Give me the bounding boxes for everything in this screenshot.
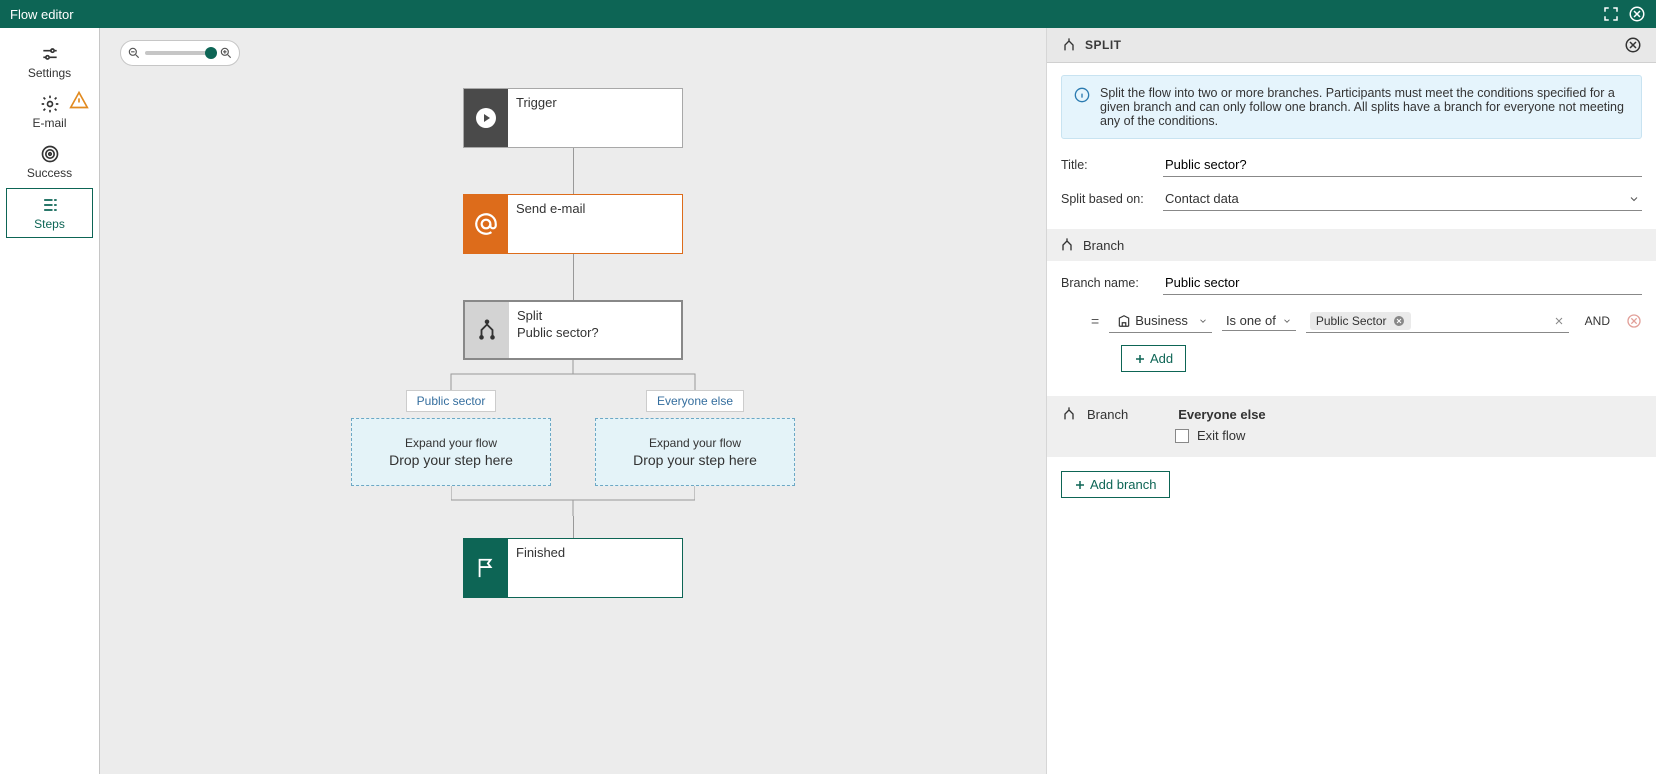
branch-public-sector: Public sector Expand your flow Drop your… [351, 390, 551, 486]
branch-everyone-else: Everyone else Expand your flow Drop your… [595, 390, 795, 486]
add-branch-button[interactable]: Add branch [1061, 471, 1170, 498]
warning-icon [69, 90, 89, 110]
branch-section-header: Branch [1047, 229, 1656, 261]
node-split[interactable]: Split Public sector? [463, 300, 683, 360]
branch-label[interactable]: Everyone else [646, 390, 744, 412]
window-title: Flow editor [10, 7, 74, 22]
chevron-down-icon [1198, 316, 1208, 326]
node-finished[interactable]: Finished [463, 538, 683, 598]
sidebar-item-steps[interactable]: Steps [6, 188, 93, 238]
sidebar-item-settings[interactable]: Settings [6, 38, 93, 86]
plus-icon [1134, 353, 1146, 365]
sidebar-item-label: Settings [28, 66, 71, 80]
title-input[interactable] [1163, 153, 1642, 177]
properties-panel: SPLIT Split the flow into two or more br… [1046, 28, 1656, 774]
window-header: Flow editor [0, 0, 1656, 28]
sidebar-item-success[interactable]: Success [6, 138, 93, 186]
split-based-select[interactable]: Contact data [1163, 187, 1642, 211]
sidebar-item-label: Success [27, 166, 72, 180]
condition-field-select[interactable]: Business [1109, 309, 1212, 333]
drop-zone[interactable]: Expand your flow Drop your step here [351, 418, 551, 486]
title-label: Title: [1061, 158, 1151, 172]
panel-title: SPLIT [1085, 38, 1122, 52]
sidebar-item-label: Steps [34, 217, 65, 231]
target-icon [40, 144, 60, 164]
plus-icon [1074, 479, 1086, 491]
maximize-icon[interactable] [1602, 5, 1620, 23]
node-send-email[interactable]: Send e-mail [463, 194, 683, 254]
value-chip[interactable]: Public Sector [1310, 312, 1411, 330]
drop-zone[interactable]: Expand your flow Drop your step here [595, 418, 795, 486]
close-icon[interactable] [1628, 5, 1646, 23]
everyone-else-title: Everyone else [1178, 407, 1265, 422]
sidebar-item-label: E-mail [32, 116, 66, 130]
flow-canvas[interactable]: Trigger Send e-mail Split [100, 28, 1046, 774]
node-title: Split [517, 308, 673, 323]
branch-name-label: Branch name: [1061, 276, 1151, 290]
node-subtitle: Public sector? [517, 325, 673, 340]
zoom-out-icon[interactable] [127, 46, 141, 60]
split-icon [1061, 37, 1077, 53]
split-icon [1061, 406, 1077, 422]
chip-remove-icon[interactable] [1393, 315, 1405, 327]
at-sign-icon [473, 211, 499, 237]
building-icon [1117, 314, 1131, 328]
clear-input-icon[interactable] [1553, 315, 1565, 327]
node-title: Finished [516, 545, 674, 560]
sidebar-item-email[interactable]: E-mail [6, 88, 93, 136]
add-condition-button[interactable]: Add [1121, 345, 1186, 372]
node-title: Send e-mail [516, 201, 674, 216]
split-icon [476, 319, 498, 341]
exit-flow-checkbox[interactable] [1175, 429, 1189, 443]
exit-flow-label: Exit flow [1197, 428, 1245, 443]
chevron-down-icon [1282, 316, 1292, 326]
logical-operator[interactable]: AND [1579, 314, 1616, 328]
delete-condition-icon[interactable] [1626, 313, 1642, 329]
node-title: Trigger [516, 95, 674, 110]
equals-icon: = [1091, 313, 1099, 329]
close-panel-icon[interactable] [1624, 36, 1642, 54]
branch-name-input[interactable] [1163, 271, 1642, 295]
sliders-icon [40, 44, 60, 64]
split-icon [1059, 237, 1075, 253]
info-banner: Split the flow into two or more branches… [1061, 75, 1642, 139]
steps-icon [40, 195, 60, 215]
flag-icon [475, 557, 497, 579]
node-trigger[interactable]: Trigger [463, 88, 683, 148]
left-sidebar: Settings E-mail Success Steps [0, 28, 100, 774]
chevron-down-icon [1628, 193, 1640, 205]
branch-label[interactable]: Public sector [406, 390, 497, 412]
condition-value-input[interactable]: Public Sector [1306, 310, 1569, 333]
split-based-label: Split based on: [1061, 192, 1151, 206]
condition-row: = Business Is one of Public Sector [1061, 305, 1642, 337]
info-icon [1074, 87, 1090, 103]
zoom-in-icon[interactable] [219, 46, 233, 60]
everyone-else-section: Branch Everyone else Exit flow [1047, 396, 1656, 457]
play-icon [474, 106, 498, 130]
zoom-slider[interactable] [145, 51, 215, 55]
condition-operator-select[interactable]: Is one of [1222, 311, 1296, 331]
zoom-control[interactable] [120, 40, 240, 66]
gear-icon [40, 94, 60, 114]
